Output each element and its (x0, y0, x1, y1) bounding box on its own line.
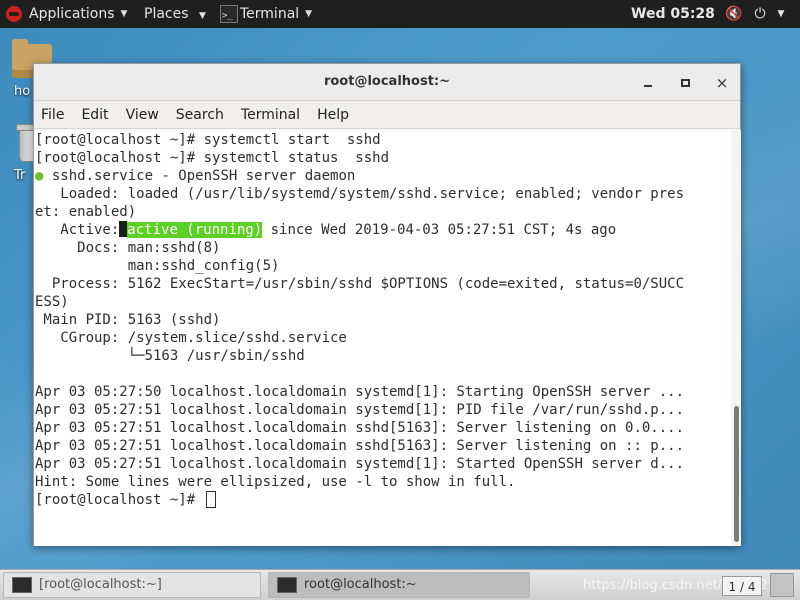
terminal-window[interactable]: root@localhost:~ × File Edit View Search… (33, 63, 741, 546)
taskbar-item-label: [root@localhost:~] (39, 577, 162, 592)
terminal-line: Process: 5162 ExecStart=/usr/sbin/sshd $… (35, 276, 685, 292)
taskbar-item-terminal-2[interactable]: root@localhost:~ (268, 572, 530, 598)
terminal-line: Apr 03 05:27:51 localhost.localdomain sy… (35, 402, 685, 418)
terminal-line: Active: active (running) since Wed 2019-0… (34, 221, 731, 239)
chevron-down-icon: ▼ (305, 9, 313, 19)
volume-muted-icon[interactable]: 🔇 (725, 0, 742, 28)
maximize-button[interactable] (675, 73, 695, 93)
minimize-button[interactable] (638, 73, 658, 93)
prompt: [root@localhost ~]# (35, 492, 204, 508)
service-name: sshd.service - OpenSSH server daemon (51, 168, 356, 184)
power-icon[interactable]: ⏻ (754, 0, 765, 28)
terminal-line: Apr 03 05:27:51 localhost.localdomain ss… (35, 420, 685, 436)
red-hat-logo-icon (6, 6, 22, 22)
scrollbar-thumb[interactable] (734, 406, 739, 542)
terminal-line: Apr 03 05:27:50 localhost.localdomain sy… (35, 384, 685, 400)
window-title: root@localhost:~ (323, 74, 451, 89)
terminal-app-label: Terminal (240, 6, 300, 22)
terminal-output[interactable]: [root@localhost ~]# systemctl start sshd… (34, 130, 731, 546)
status-dot-icon: ● (35, 168, 44, 184)
terminal-app-menu[interactable]: Terminal ▼ (220, 0, 313, 30)
workspace-pager[interactable]: 1 / 4 (722, 576, 762, 596)
menu-terminal[interactable]: Terminal (241, 107, 300, 123)
minimize-icon (644, 85, 652, 87)
active-since: since Wed 2019-04-03 05:27:51 CST; 4s ag… (262, 222, 617, 238)
workspace-switcher-button[interactable] (770, 573, 794, 597)
maximize-icon (680, 79, 690, 87)
applications-menu[interactable]: Applications ▼ (6, 0, 127, 28)
terminal-line: [root@localhost ~]# systemctl start sshd (35, 132, 381, 148)
taskbar-item-terminal-1[interactable]: [root@localhost:~] (3, 572, 261, 598)
terminal-prompt-line[interactable]: [root@localhost ~]# (34, 491, 731, 509)
terminal-app-icon (220, 2, 238, 30)
terminal-line: ● sshd.service - OpenSSH server daemon (34, 167, 731, 185)
terminal-line: CGroup: /system.slice/sshd.service (35, 330, 347, 346)
taskbar-item-label: root@localhost:~ (304, 577, 417, 592)
clock[interactable]: Wed 05:28 (631, 0, 715, 28)
active-label: Active: (35, 222, 120, 238)
terminal-line: Apr 03 05:27:51 localhost.localdomain ss… (35, 438, 685, 454)
active-status-badge: active (running) (127, 222, 263, 238)
menu-file[interactable]: File (41, 107, 64, 123)
menu-bar: File Edit View Search Terminal Help (34, 101, 740, 129)
window-titlebar[interactable]: root@localhost:~ × (34, 64, 740, 101)
terminal-line: man:sshd_config(5) (35, 258, 280, 274)
chevron-down-icon: ▼ (198, 11, 206, 21)
terminal-line: Hint: Some lines were ellipsized, use -l… (35, 474, 516, 490)
system-tray[interactable]: 🔇 ⏻ ▼ (725, 0, 784, 28)
terminal-line: Main PID: 5163 (sshd) (35, 312, 221, 328)
terminal-line: └─5163 /usr/sbin/sshd (35, 348, 305, 364)
applications-label: Applications (29, 6, 115, 22)
terminal-app-icon (12, 577, 32, 593)
terminal-line: Apr 03 05:27:51 localhost.localdomain sy… (35, 456, 685, 472)
terminal-scrollbar[interactable] (731, 130, 741, 546)
terminal-line: [root@localhost ~]# systemctl status ssh… (35, 150, 390, 166)
terminal-line: Docs: man:sshd(8) (35, 240, 221, 256)
chevron-down-icon: ▼ (120, 9, 128, 19)
terminal-line: ESS) (35, 294, 69, 310)
chevron-down-icon[interactable]: ▼ (778, 0, 785, 28)
close-icon: × (715, 74, 729, 92)
close-button[interactable]: × (712, 73, 732, 93)
places-label: Places (144, 6, 189, 22)
top-bar: Applications ▼ Places ▼ Terminal ▼ Wed 0… (0, 0, 800, 30)
terminal-line: et: enabled) (35, 204, 137, 220)
terminal-app-icon (277, 577, 297, 593)
bottom-taskbar: [root@localhost:~] root@localhost:~ http… (0, 569, 800, 600)
menu-search[interactable]: Search (176, 107, 224, 123)
places-menu[interactable]: Places ▼ (144, 0, 206, 28)
menu-edit[interactable]: Edit (81, 107, 108, 123)
text-cursor (205, 491, 216, 508)
menu-help[interactable]: Help (317, 107, 349, 123)
menu-view[interactable]: View (126, 107, 159, 123)
terminal-line: Loaded: loaded (/usr/lib/systemd/system/… (35, 186, 685, 202)
